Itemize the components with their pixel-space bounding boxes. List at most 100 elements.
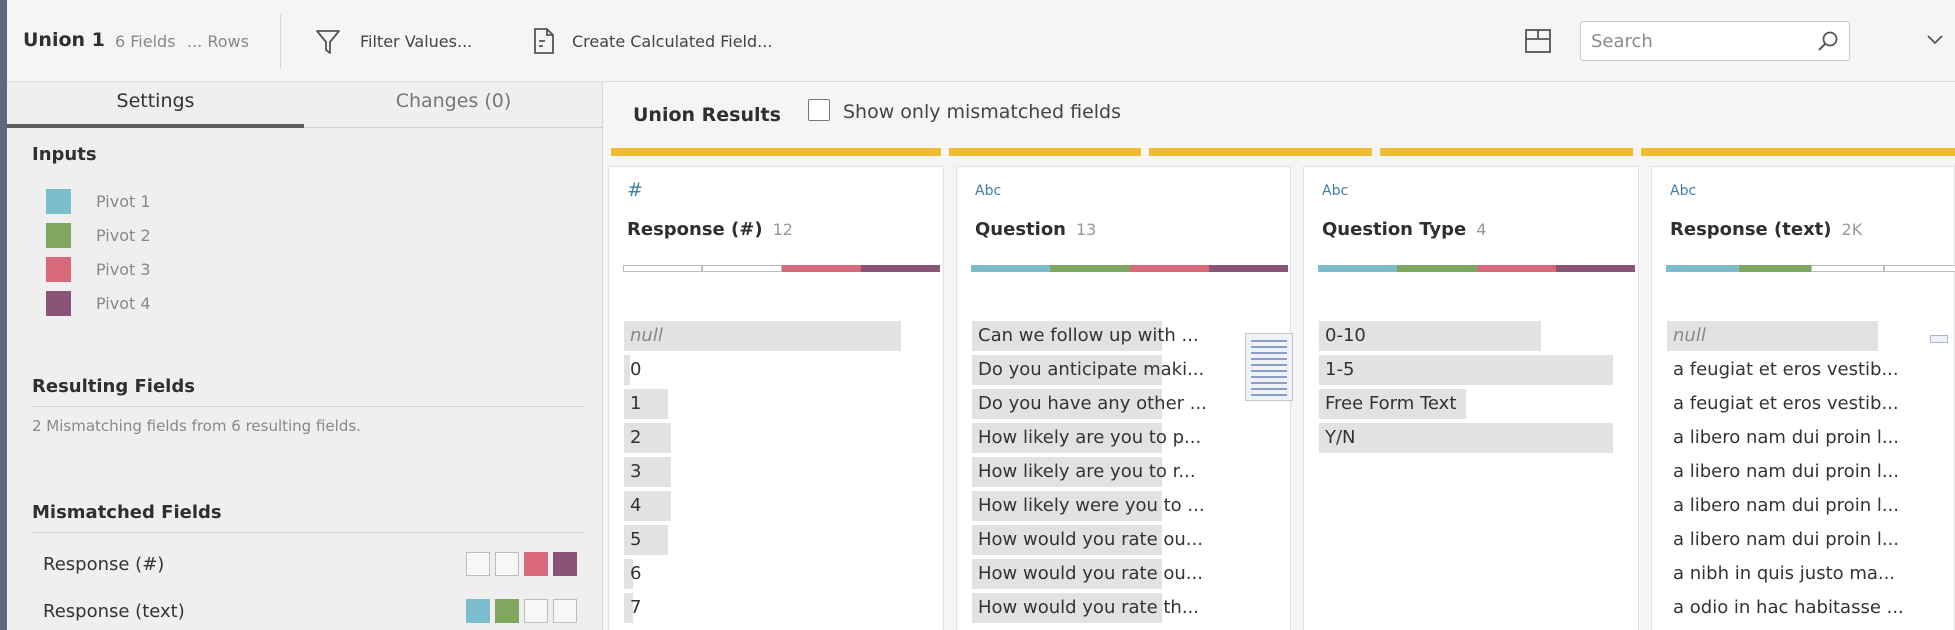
value-row[interactable]: 7 — [624, 593, 919, 623]
value-row[interactable]: 5 — [624, 525, 919, 555]
input-label: Pivot 1 — [96, 192, 151, 211]
value-list: null a feugiat et eros vestib... a feugiat… — [1667, 321, 1912, 627]
number-type-icon[interactable]: # — [627, 179, 643, 201]
value-row[interactable]: How likely are you to r... — [972, 457, 1216, 487]
filter-icon[interactable] — [315, 28, 341, 56]
show-mismatched-label[interactable]: Show only mismatched fields — [843, 101, 1121, 123]
input-label: Pivot 2 — [96, 226, 151, 245]
value-row[interactable]: 4 — [624, 491, 919, 521]
value-text: 7 — [630, 597, 642, 618]
field-header[interactable]: Response (text) 2K — [1670, 219, 1862, 240]
value-row[interactable]: 6 — [624, 559, 919, 589]
value-frequency-bar — [624, 321, 902, 351]
input-source-segment — [1397, 265, 1477, 272]
tab-changes[interactable]: Changes (0) — [304, 82, 603, 128]
string-type-icon[interactable]: Abc — [1670, 183, 1696, 199]
value-text: How likely were you to ... — [978, 495, 1205, 516]
string-type-icon[interactable]: Abc — [975, 183, 1001, 199]
value-text: a feugiat et eros vestib... — [1673, 393, 1899, 414]
value-row[interactable]: null — [624, 321, 919, 351]
layout-toggle-icon[interactable] — [1524, 28, 1552, 54]
input-presence-box — [495, 599, 519, 623]
value-row[interactable]: How likely are you to p... — [972, 423, 1216, 453]
value-text: a feugiat et eros vestib... — [1673, 359, 1899, 380]
value-row[interactable]: Y/N — [1319, 423, 1632, 453]
mismatched-field-name: Response (#) — [43, 554, 165, 575]
list-view-thumbnail[interactable] — [1245, 333, 1293, 401]
value-row[interactable]: Do you anticipate maki... — [972, 355, 1216, 385]
value-text: 3 — [630, 461, 642, 482]
search-icon[interactable] — [1817, 30, 1839, 52]
string-type-icon[interactable]: Abc — [1322, 183, 1348, 199]
calculated-field-icon[interactable] — [532, 27, 556, 55]
value-row[interactable]: How would you rate th... — [972, 593, 1216, 623]
value-list: 0-10 1-5 Free Form Text Y/N — [1319, 321, 1632, 457]
value-row[interactable]: 1-5 — [1319, 355, 1632, 385]
filter-values-button[interactable]: Filter Values... — [360, 32, 472, 51]
value-row[interactable]: Do you have any other ... — [972, 389, 1216, 419]
fields-count: 6 Fields — [115, 32, 176, 51]
field-distinct-count: 4 — [1476, 220, 1487, 239]
field-distinct-count: 12 — [772, 220, 793, 239]
thumbnail-line — [1251, 382, 1287, 384]
search-input[interactable] — [1591, 28, 1811, 54]
create-calculated-field-button[interactable]: Create Calculated Field... — [572, 32, 772, 51]
value-row[interactable]: Can we follow up with ... — [972, 321, 1216, 351]
value-row[interactable]: 3 — [624, 457, 919, 487]
field-header[interactable]: Question Type 4 — [1322, 219, 1486, 240]
field-name: Question — [975, 219, 1066, 240]
value-row[interactable]: a feugiat et eros vestib... — [1667, 389, 1912, 416]
field-card[interactable]: Abc Question 13 Can we follow up with ... Do… — [956, 166, 1293, 630]
chevron-down-icon[interactable] — [1926, 32, 1944, 46]
value-text: a odio in hac habitasse ... — [1673, 597, 1904, 618]
value-row[interactable]: 2 — [624, 423, 919, 453]
value-text: 1-5 — [1325, 359, 1355, 380]
value-row[interactable]: a libero nam dui proin l... — [1667, 525, 1912, 552]
input-source-segment — [971, 265, 1051, 272]
tab-settings[interactable]: Settings — [7, 82, 304, 128]
field-card[interactable]: Abc Question Type 4 0-10 1-5 Free Form Text Y/… — [1303, 166, 1639, 630]
step-name[interactable]: Union 1 — [23, 29, 105, 51]
value-row[interactable]: a libero nam dui proin l... — [1667, 457, 1912, 484]
field-header[interactable]: Response (#) 12 — [627, 219, 793, 240]
field-distinct-count: 13 — [1076, 220, 1097, 239]
value-frequency-bar — [1319, 355, 1614, 385]
value-row[interactable]: a odio in hac habitasse ... — [1667, 593, 1912, 620]
mismatched-field-row[interactable]: Response (#) — [43, 550, 583, 580]
value-row[interactable]: How would you rate ou... — [972, 559, 1216, 589]
value-row[interactable]: a libero nam dui proin l... — [1667, 423, 1912, 450]
mismatched-field-row[interactable]: Response (text) — [43, 597, 583, 627]
value-row[interactable]: a nibh in quis justo ma... — [1667, 559, 1912, 586]
input-presence-box — [466, 552, 490, 576]
input-color-swatch — [46, 291, 71, 316]
value-row[interactable]: Free Form Text — [1319, 389, 1632, 419]
field-header[interactable]: Question 13 — [975, 219, 1096, 240]
value-row[interactable]: 0 — [624, 355, 919, 385]
value-text: a libero nam dui proin l... — [1673, 427, 1899, 448]
scroll-indicator[interactable] — [1930, 335, 1948, 343]
field-card[interactable]: Abc Response (text) 2K null a feugiat et ero… — [1651, 166, 1955, 630]
union-results-area: Union Results Show only mismatched field… — [603, 82, 1955, 630]
value-text: a nibh in quis justo ma... — [1673, 563, 1896, 584]
value-row[interactable]: 1 — [624, 389, 919, 419]
value-row[interactable]: a feugiat et eros vestib... — [1667, 355, 1912, 382]
value-text: Free Form Text — [1325, 393, 1457, 414]
input-presence-box — [553, 599, 577, 623]
input-source-segment — [1318, 265, 1398, 272]
value-text: 1 — [630, 393, 642, 414]
thumbnail-line — [1251, 340, 1287, 342]
value-row[interactable]: null — [1667, 321, 1912, 351]
input-source-segment — [702, 265, 782, 272]
value-text: 2 — [630, 427, 642, 448]
value-row[interactable]: How would you rate ou... — [972, 525, 1216, 555]
window-edge — [0, 0, 7, 630]
input-source-segment — [1811, 265, 1884, 272]
value-row[interactable]: 0-10 — [1319, 321, 1632, 351]
value-text: null — [1673, 325, 1706, 346]
show-mismatched-checkbox[interactable] — [808, 99, 830, 121]
thumbnail-line — [1251, 352, 1287, 354]
value-row[interactable]: a libero nam dui proin l... — [1667, 491, 1912, 518]
bar-gap — [1141, 148, 1149, 156]
value-row[interactable]: How likely were you to ... — [972, 491, 1216, 521]
field-card[interactable]: # Response (#) 12 null 0 1 2 3 4 5 6 7 — [608, 166, 944, 630]
